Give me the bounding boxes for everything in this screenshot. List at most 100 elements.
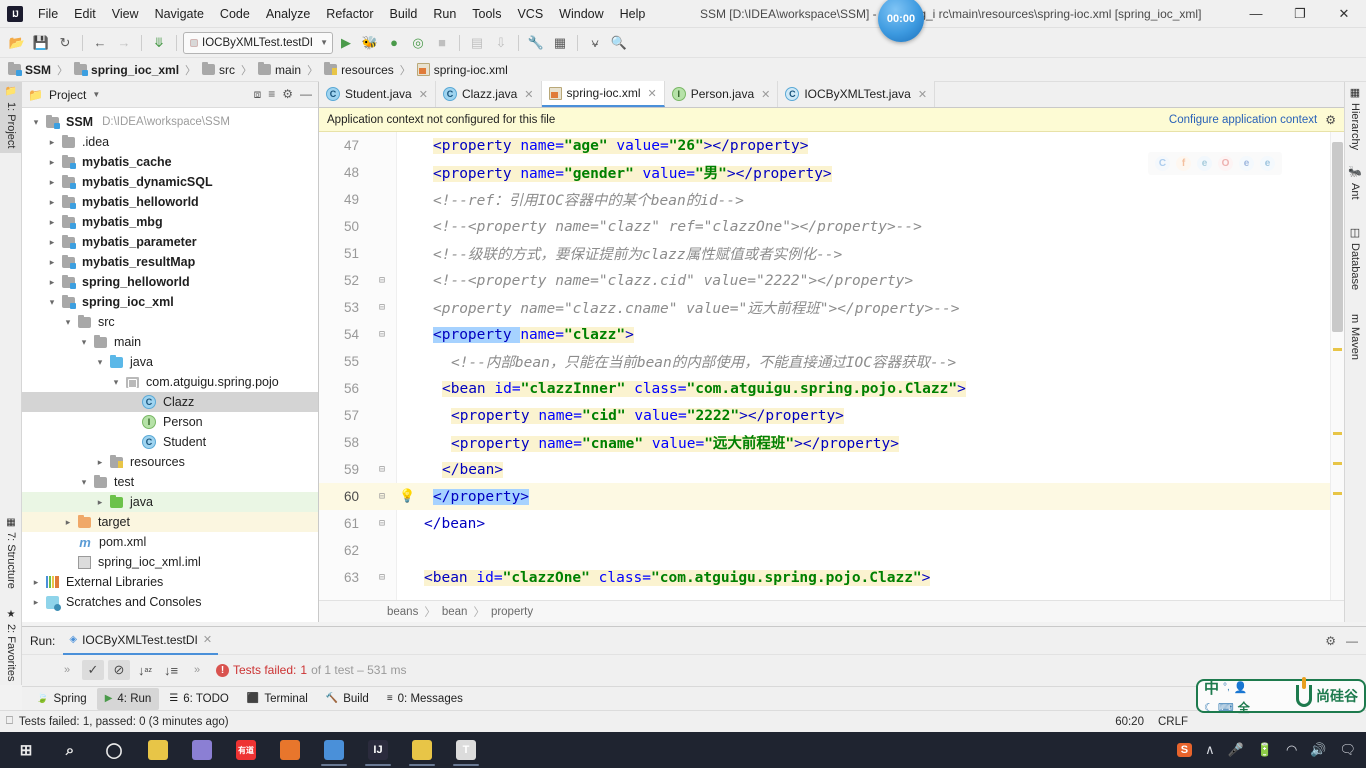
- fold-collapse-icon[interactable]: ⊟: [367, 518, 397, 529]
- forward-arrow-icon[interactable]: →: [113, 32, 135, 54]
- tree-node-test[interactable]: ▾ test: [22, 472, 318, 492]
- chrome-icon[interactable]: [312, 732, 356, 768]
- code-line-60[interactable]: 60 ⊟ </property> 💡: [319, 483, 1344, 510]
- sidebar-item-ant[interactable]: 🐜 Ant: [1344, 162, 1366, 204]
- code-line-53[interactable]: 53 ⊟ <property name="clazz.cname" value="远…: [319, 294, 1344, 321]
- close-button[interactable]: ✕: [1322, 0, 1366, 28]
- code-text[interactable]: <property name="clazz.cname" value="远大前程…: [397, 297, 959, 318]
- warning-marker[interactable]: [1333, 462, 1342, 465]
- tree-node-SSM[interactable]: ▾ SSM D:\IDEA\workspace\SSM: [22, 112, 318, 132]
- code-line-61[interactable]: 61 ⊟ </bean>: [319, 510, 1344, 537]
- sidebar-item-maven[interactable]: m Maven: [1344, 310, 1366, 364]
- wifi-icon[interactable]: ◠: [1286, 742, 1297, 758]
- bottom-tab-Terminal[interactable]: ⬛ Terminal: [239, 688, 316, 710]
- tree-node-com-atguigu-spring-pojo[interactable]: ▾ com.atguigu.spring.pojo: [22, 372, 318, 392]
- editor-tab-Student-java[interactable]: C Student.java ✕: [319, 81, 436, 107]
- ime-punctuation-icon[interactable]: °,: [1223, 682, 1230, 693]
- code-line-55[interactable]: 55 <!--内部bean，只能在当前bean的内部使用，不能直接通过IOC容器获…: [319, 348, 1344, 375]
- browser-preview-bar[interactable]: C f e O e e: [1148, 152, 1282, 175]
- tree-node-Scratches-and-Consoles[interactable]: ▸ Scratches and Consoles: [22, 592, 318, 612]
- close-icon[interactable]: ✕: [761, 88, 770, 101]
- code-line-52[interactable]: 52 ⊟ <!--<property name="clazz.cid" value=…: [319, 267, 1344, 294]
- menu-item-vcs[interactable]: VCS: [509, 0, 551, 28]
- sidebar-item-hierarchy[interactable]: ▦ Hierarchy: [1344, 82, 1366, 154]
- tree-node-target[interactable]: ▸ target: [22, 512, 318, 532]
- run-configuration-selector[interactable]: IOCByXMLTest.testDI ▼: [183, 31, 333, 54]
- close-icon[interactable]: ✕: [648, 87, 657, 100]
- user-icon[interactable]: 👤: [1234, 681, 1248, 694]
- tree-node-mybatis_parameter[interactable]: ▸ mybatis_parameter: [22, 232, 318, 252]
- bottom-tab-6--TODO[interactable]: ☰ 6: TODO: [161, 688, 237, 710]
- search-icon[interactable]: ⌕: [48, 732, 92, 768]
- menu-item-navigate[interactable]: Navigate: [147, 0, 212, 28]
- save-icon[interactable]: 💾: [30, 32, 52, 54]
- close-icon[interactable]: ✕: [419, 88, 428, 101]
- menu-item-tools[interactable]: Tools: [464, 0, 509, 28]
- start-button-icon[interactable]: ⊞: [4, 732, 48, 768]
- opera-icon[interactable]: O: [1218, 156, 1233, 171]
- editor-marker-lane[interactable]: [1330, 132, 1344, 600]
- caret-position[interactable]: 60:20: [1115, 716, 1144, 728]
- warning-marker[interactable]: [1333, 432, 1342, 435]
- breadcrumb-item-SSM[interactable]: SSM: [8, 62, 51, 77]
- code-text[interactable]: <property name="gender" value="男"></prop…: [397, 162, 832, 183]
- chevron-down-icon[interactable]: ▼: [92, 90, 100, 99]
- menu-item-edit[interactable]: Edit: [66, 0, 104, 28]
- debug-icon[interactable]: 🐝: [359, 32, 381, 54]
- editor-breadcrumb-beans[interactable]: beans: [387, 606, 418, 618]
- sidebar-item-database[interactable]: ◫ Database: [1344, 222, 1366, 294]
- intention-bulb-icon[interactable]: 💡: [399, 489, 415, 504]
- explorer-icon[interactable]: e: [1197, 156, 1212, 171]
- sogou-icon[interactable]: S: [1176, 743, 1193, 757]
- menu-item-view[interactable]: View: [104, 0, 147, 28]
- stop-icon[interactable]: ■: [431, 32, 453, 54]
- breadcrumb-item-src[interactable]: src: [202, 62, 235, 77]
- editor-tab-spring-ioc-xml[interactable]: spring-ioc.xml ✕: [541, 81, 665, 107]
- code-line-59[interactable]: 59 ⊟ </bean>: [319, 456, 1344, 483]
- sidebar-item-favorites[interactable]: ★ 2: Favorites: [0, 605, 22, 685]
- code-text[interactable]: <property name="cname" value="远大前程班"></p…: [397, 432, 899, 453]
- tree-node-resources[interactable]: ▸ resources: [22, 452, 318, 472]
- menu-item-window[interactable]: Window: [551, 0, 611, 28]
- tree-node-Student[interactable]: · C Student: [22, 432, 318, 452]
- file-explorer-icon[interactable]: [400, 732, 444, 768]
- hide-icon[interactable]: —: [1346, 634, 1358, 648]
- tree-node-External-Libraries[interactable]: ▸ External Libraries: [22, 572, 318, 592]
- microphone-icon[interactable]: 🎤: [1228, 742, 1244, 758]
- edge-legacy-icon[interactable]: e: [1239, 156, 1254, 171]
- tree-node-spring_helloworld[interactable]: ▸ spring_helloworld: [22, 272, 318, 292]
- code-text[interactable]: </bean>: [397, 516, 485, 532]
- breadcrumb-item-resources[interactable]: resources: [324, 62, 394, 77]
- volume-icon[interactable]: 🔊: [1310, 742, 1326, 758]
- code-text[interactable]: </property>: [397, 488, 530, 505]
- code-text[interactable]: <property name="cid" value="2222"></prop…: [397, 407, 844, 424]
- editor-tab-IOCByXMLTest-java[interactable]: C IOCByXMLTest.java ✕: [778, 81, 936, 107]
- fold-collapse-icon[interactable]: ⊟: [367, 302, 397, 313]
- fold-collapse-icon[interactable]: ⊟: [367, 464, 397, 475]
- keyboard-icon[interactable]: ⌨: [1218, 701, 1234, 714]
- bottom-tab-Build[interactable]: 🔨 Build: [318, 688, 377, 710]
- expand-icon[interactable]: ≡: [268, 87, 275, 102]
- menu-item-help[interactable]: Help: [612, 0, 654, 28]
- menu-item-run[interactable]: Run: [425, 0, 464, 28]
- project-structure-icon[interactable]: ▦: [549, 32, 571, 54]
- code-text[interactable]: <!--<property name="clazz" ref="clazzOne…: [397, 219, 922, 235]
- expand-more-icon[interactable]: »: [186, 660, 208, 680]
- code-text[interactable]: <!--级联的方式，要保证提前为clazz属性赋值或者实例化-->: [397, 243, 842, 264]
- code-line-50[interactable]: 50 <!--<property name="clazz" ref="clazzO…: [319, 213, 1344, 240]
- line-separator[interactable]: CRLF: [1158, 716, 1188, 728]
- tree-node-pom-xml[interactable]: · m pom.xml: [22, 532, 318, 552]
- menu-item-code[interactable]: Code: [212, 0, 258, 28]
- code-text[interactable]: <!--<property name="clazz.cid" value="22…: [397, 273, 913, 289]
- code-editor[interactable]: 47 <property name="age" value="26"></prop…: [319, 132, 1344, 600]
- ime-language-bar[interactable]: 中 °, 👤 ☾ ⌨ 全 尚硅谷: [1196, 677, 1366, 715]
- dolphin-icon[interactable]: [180, 732, 224, 768]
- code-line-62[interactable]: 62: [319, 537, 1344, 564]
- code-line-57[interactable]: 57 <property name="cid" value="2222"></pr…: [319, 402, 1344, 429]
- code-text[interactable]: <property name="age" value="26"></proper…: [397, 137, 809, 154]
- tree-node-mybatis_helloworld[interactable]: ▸ mybatis_helloworld: [22, 192, 318, 212]
- editor-breadcrumb-property[interactable]: property: [491, 606, 533, 618]
- code-line-58[interactable]: 58 <property name="cname" value="远大前程班"><…: [319, 429, 1344, 456]
- minimize-button[interactable]: —: [1234, 0, 1278, 28]
- run-tab[interactable]: ◈ IOCByXMLTest.testDI ✕: [63, 627, 219, 655]
